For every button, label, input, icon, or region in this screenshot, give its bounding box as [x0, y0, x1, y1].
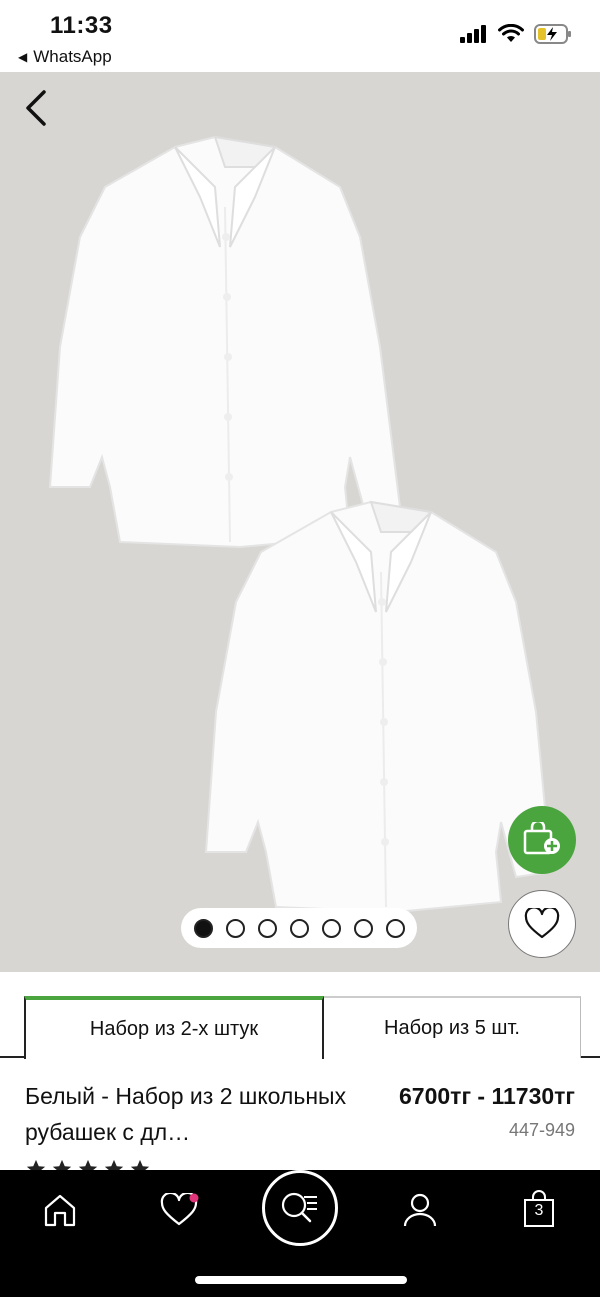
- back-triangle-icon: ◀: [18, 50, 28, 64]
- status-icons: [460, 24, 572, 44]
- add-to-bag-icon: [523, 822, 560, 855]
- wifi-icon: [498, 24, 524, 42]
- tab-account[interactable]: [400, 1190, 440, 1230]
- back-app-label: WhatsApp: [33, 47, 112, 66]
- gallery-pagination[interactable]: [181, 908, 417, 948]
- status-time: 11:33: [50, 12, 113, 39]
- heart-icon: [524, 908, 560, 939]
- home-indicator: [195, 1276, 407, 1284]
- tab-favourites[interactable]: [159, 1190, 199, 1230]
- cellular-signal-icon: [460, 25, 486, 43]
- tab-bag[interactable]: 3: [519, 1190, 559, 1230]
- search-icon: [281, 1192, 317, 1223]
- gallery-dot[interactable]: [193, 918, 213, 938]
- gallery-dot[interactable]: [225, 918, 245, 938]
- home-icon: [44, 1194, 76, 1227]
- heart-icon: [160, 1193, 199, 1226]
- gallery-dot[interactable]: [385, 918, 405, 938]
- back-to-app-link[interactable]: ◀ WhatsApp: [18, 47, 112, 67]
- product-image-gallery[interactable]: [0, 72, 600, 972]
- bag-count-badge: 3: [534, 1202, 544, 1219]
- tab-search[interactable]: [262, 1170, 338, 1246]
- status-bar: 11:33 ◀ WhatsApp: [0, 0, 600, 72]
- product-image-shirt: [204, 500, 553, 914]
- gallery-dot[interactable]: [289, 918, 309, 938]
- tab-home[interactable]: [40, 1190, 80, 1230]
- product-price: 6700тг - 11730тг: [399, 1083, 575, 1109]
- account-icon: [403, 1193, 437, 1227]
- add-to-favourites-button[interactable]: [508, 890, 576, 958]
- product-sku: 447-949: [508, 1120, 575, 1140]
- battery-charging-icon: [534, 24, 571, 44]
- option-tab-set-of-5[interactable]: Набор из 5 шт.: [324, 996, 581, 1058]
- gallery-dot[interactable]: [353, 918, 373, 938]
- add-to-bag-button[interactable]: [508, 806, 576, 874]
- product-title: Белый - Набор из 2 школьных рубашек с дл…: [25, 1083, 347, 1145]
- option-tab-set-of-2[interactable]: Набор из 2-х штук: [24, 996, 324, 1059]
- gallery-dot[interactable]: [257, 918, 277, 938]
- product-options: Набор из 2-х штук Набор из 5 шт.: [0, 972, 600, 1060]
- gallery-dot[interactable]: [321, 918, 341, 938]
- back-chevron-icon[interactable]: [18, 88, 58, 128]
